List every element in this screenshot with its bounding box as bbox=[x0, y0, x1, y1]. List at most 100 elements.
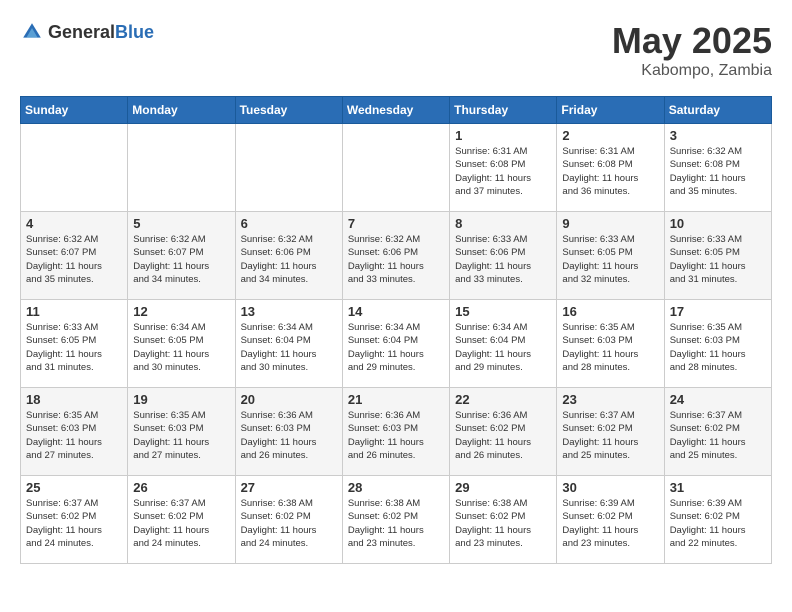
calendar-cell: 19 Sunrise: 6:35 AM Sunset: 6:03 PM Dayli… bbox=[128, 388, 235, 476]
logo-icon bbox=[20, 20, 44, 44]
column-header-saturday: Saturday bbox=[664, 97, 771, 124]
day-number: 31 bbox=[670, 480, 766, 495]
day-info: Sunrise: 6:32 AM Sunset: 6:07 PM Dayligh… bbox=[133, 233, 229, 286]
logo: GeneralBlue bbox=[20, 20, 154, 44]
day-number: 26 bbox=[133, 480, 229, 495]
day-number: 6 bbox=[241, 216, 337, 231]
calendar-cell: 12 Sunrise: 6:34 AM Sunset: 6:05 PM Dayli… bbox=[128, 300, 235, 388]
day-number: 28 bbox=[348, 480, 444, 495]
calendar-cell: 14 Sunrise: 6:34 AM Sunset: 6:04 PM Dayli… bbox=[342, 300, 449, 388]
day-number: 10 bbox=[670, 216, 766, 231]
day-info: Sunrise: 6:33 AM Sunset: 6:05 PM Dayligh… bbox=[26, 321, 122, 374]
day-number: 27 bbox=[241, 480, 337, 495]
calendar-cell: 22 Sunrise: 6:36 AM Sunset: 6:02 PM Dayli… bbox=[450, 388, 557, 476]
day-number: 20 bbox=[241, 392, 337, 407]
day-number: 3 bbox=[670, 128, 766, 143]
day-info: Sunrise: 6:35 AM Sunset: 6:03 PM Dayligh… bbox=[133, 409, 229, 462]
day-number: 11 bbox=[26, 304, 122, 319]
day-number: 29 bbox=[455, 480, 551, 495]
calendar-cell: 5Sunrise: 6:32 AM Sunset: 6:07 PM Daylig… bbox=[128, 212, 235, 300]
day-number: 19 bbox=[133, 392, 229, 407]
day-info: Sunrise: 6:36 AM Sunset: 6:03 PM Dayligh… bbox=[241, 409, 337, 462]
day-info: Sunrise: 6:34 AM Sunset: 6:04 PM Dayligh… bbox=[348, 321, 444, 374]
day-number: 9 bbox=[562, 216, 658, 231]
day-info: Sunrise: 6:35 AM Sunset: 6:03 PM Dayligh… bbox=[670, 321, 766, 374]
calendar-cell: 23Sunrise: 6:37 AM Sunset: 6:02 PM Dayli… bbox=[557, 388, 664, 476]
day-number: 12 bbox=[133, 304, 229, 319]
day-info: Sunrise: 6:34 AM Sunset: 6:04 PM Dayligh… bbox=[241, 321, 337, 374]
page-header: GeneralBlue May 2025 Kabompo, Zambia bbox=[20, 20, 772, 80]
day-info: Sunrise: 6:32 AM Sunset: 6:06 PM Dayligh… bbox=[348, 233, 444, 286]
day-number: 14 bbox=[348, 304, 444, 319]
day-info: Sunrise: 6:31 AM Sunset: 6:08 PM Dayligh… bbox=[455, 145, 551, 198]
day-info: Sunrise: 6:33 AM Sunset: 6:05 PM Dayligh… bbox=[670, 233, 766, 286]
day-number: 13 bbox=[241, 304, 337, 319]
calendar-cell: 15 Sunrise: 6:34 AM Sunset: 6:04 PM Dayli… bbox=[450, 300, 557, 388]
day-number: 7 bbox=[348, 216, 444, 231]
day-info: Sunrise: 6:35 AM Sunset: 6:03 PM Dayligh… bbox=[562, 321, 658, 374]
day-number: 1 bbox=[455, 128, 551, 143]
calendar-cell: 6Sunrise: 6:32 AM Sunset: 6:06 PM Daylig… bbox=[235, 212, 342, 300]
calendar-cell bbox=[342, 124, 449, 212]
calendar-cell: 27 Sunrise: 6:38 AM Sunset: 6:02 PM Dayli… bbox=[235, 476, 342, 564]
calendar-cell bbox=[128, 124, 235, 212]
day-number: 8 bbox=[455, 216, 551, 231]
calendar-cell: 28Sunrise: 6:38 AM Sunset: 6:02 PM Dayli… bbox=[342, 476, 449, 564]
column-header-sunday: Sunday bbox=[21, 97, 128, 124]
calendar-week-row: 18 Sunrise: 6:35 AM Sunset: 6:03 PM Dayli… bbox=[21, 388, 772, 476]
calendar-cell: 11 Sunrise: 6:33 AM Sunset: 6:05 PM Dayli… bbox=[21, 300, 128, 388]
calendar-cell bbox=[235, 124, 342, 212]
day-number: 4 bbox=[26, 216, 122, 231]
calendar-cell: 17 Sunrise: 6:35 AM Sunset: 6:03 PM Dayli… bbox=[664, 300, 771, 388]
calendar-week-row: 1 Sunrise: 6:31 AM Sunset: 6:08 PM Daylig… bbox=[21, 124, 772, 212]
title-section: May 2025 Kabompo, Zambia bbox=[612, 20, 772, 80]
calendar-cell: 18 Sunrise: 6:35 AM Sunset: 6:03 PM Dayli… bbox=[21, 388, 128, 476]
day-number: 16 bbox=[562, 304, 658, 319]
day-info: Sunrise: 6:36 AM Sunset: 6:03 PM Dayligh… bbox=[348, 409, 444, 462]
day-info: Sunrise: 6:32 AM Sunset: 6:08 PM Dayligh… bbox=[670, 145, 766, 198]
location-subtitle: Kabompo, Zambia bbox=[612, 62, 772, 80]
day-info: Sunrise: 6:34 AM Sunset: 6:05 PM Dayligh… bbox=[133, 321, 229, 374]
day-number: 2 bbox=[562, 128, 658, 143]
day-number: 25 bbox=[26, 480, 122, 495]
calendar-cell: 13 Sunrise: 6:34 AM Sunset: 6:04 PM Dayli… bbox=[235, 300, 342, 388]
day-number: 17 bbox=[670, 304, 766, 319]
day-info: Sunrise: 6:34 AM Sunset: 6:04 PM Dayligh… bbox=[455, 321, 551, 374]
day-info: Sunrise: 6:38 AM Sunset: 6:02 PM Dayligh… bbox=[455, 497, 551, 550]
day-number: 18 bbox=[26, 392, 122, 407]
calendar-cell: 26 Sunrise: 6:37 AM Sunset: 6:02 PM Dayli… bbox=[128, 476, 235, 564]
logo-text-blue: Blue bbox=[115, 22, 154, 42]
day-number: 24 bbox=[670, 392, 766, 407]
calendar-cell: 1 Sunrise: 6:31 AM Sunset: 6:08 PM Daylig… bbox=[450, 124, 557, 212]
calendar-cell: 2 Sunrise: 6:31 AM Sunset: 6:08 PM Daylig… bbox=[557, 124, 664, 212]
logo-text-general: General bbox=[48, 22, 115, 42]
day-info: Sunrise: 6:33 AM Sunset: 6:05 PM Dayligh… bbox=[562, 233, 658, 286]
day-info: Sunrise: 6:39 AM Sunset: 6:02 PM Dayligh… bbox=[670, 497, 766, 550]
day-number: 23 bbox=[562, 392, 658, 407]
column-header-thursday: Thursday bbox=[450, 97, 557, 124]
calendar-week-row: 4 Sunrise: 6:32 AM Sunset: 6:07 PM Daylig… bbox=[21, 212, 772, 300]
calendar-cell: 20 Sunrise: 6:36 AM Sunset: 6:03 PM Dayli… bbox=[235, 388, 342, 476]
calendar-cell: 24Sunrise: 6:37 AM Sunset: 6:02 PM Dayli… bbox=[664, 388, 771, 476]
day-number: 21 bbox=[348, 392, 444, 407]
day-number: 30 bbox=[562, 480, 658, 495]
day-info: Sunrise: 6:37 AM Sunset: 6:02 PM Dayligh… bbox=[133, 497, 229, 550]
column-header-tuesday: Tuesday bbox=[235, 97, 342, 124]
day-info: Sunrise: 6:38 AM Sunset: 6:02 PM Dayligh… bbox=[241, 497, 337, 550]
day-number: 22 bbox=[455, 392, 551, 407]
day-number: 15 bbox=[455, 304, 551, 319]
calendar-cell: 21 Sunrise: 6:36 AM Sunset: 6:03 PM Dayli… bbox=[342, 388, 449, 476]
day-info: Sunrise: 6:35 AM Sunset: 6:03 PM Dayligh… bbox=[26, 409, 122, 462]
calendar-cell: 7 Sunrise: 6:32 AM Sunset: 6:06 PM Daylig… bbox=[342, 212, 449, 300]
calendar-cell: 9 Sunrise: 6:33 AM Sunset: 6:05 PM Daylig… bbox=[557, 212, 664, 300]
day-info: Sunrise: 6:31 AM Sunset: 6:08 PM Dayligh… bbox=[562, 145, 658, 198]
day-info: Sunrise: 6:36 AM Sunset: 6:02 PM Dayligh… bbox=[455, 409, 551, 462]
calendar-cell: 16 Sunrise: 6:35 AM Sunset: 6:03 PM Dayli… bbox=[557, 300, 664, 388]
day-info: Sunrise: 6:39 AM Sunset: 6:02 PM Dayligh… bbox=[562, 497, 658, 550]
calendar-cell: 29 Sunrise: 6:38 AM Sunset: 6:02 PM Dayli… bbox=[450, 476, 557, 564]
column-header-friday: Friday bbox=[557, 97, 664, 124]
calendar-cell: 3 Sunrise: 6:32 AM Sunset: 6:08 PM Daylig… bbox=[664, 124, 771, 212]
calendar-cell: 25Sunrise: 6:37 AM Sunset: 6:02 PM Dayli… bbox=[21, 476, 128, 564]
calendar-week-row: 25 Sunrise: 6:37 AM Sunset: 6:02 PM Dayli… bbox=[21, 476, 772, 564]
column-header-wednesday: Wednesday bbox=[342, 97, 449, 124]
